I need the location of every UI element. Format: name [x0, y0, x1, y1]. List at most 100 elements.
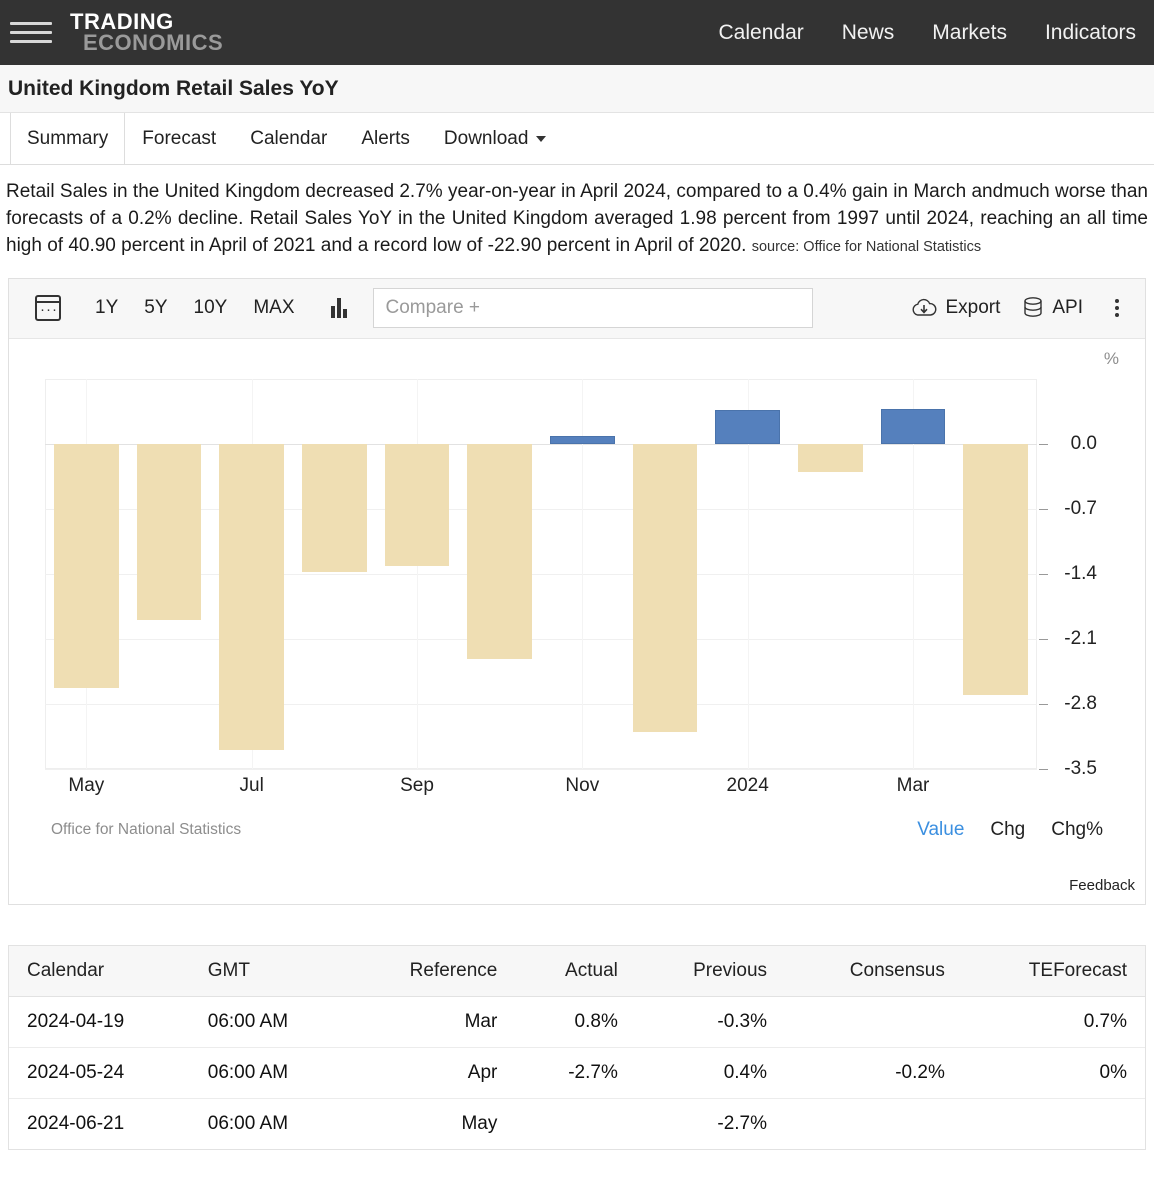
col-consensus: Consensus [785, 945, 963, 997]
chart-bar[interactable] [467, 443, 532, 660]
export-label: Export [945, 297, 1001, 319]
chart-bar[interactable] [550, 436, 615, 444]
chart-bar[interactable] [302, 443, 367, 573]
calendar-icon[interactable] [35, 295, 61, 322]
legend-value[interactable]: Value [917, 819, 964, 841]
y-tick-label: -1.4 [1064, 562, 1097, 584]
chart-toolbar: 1Y 5Y 10Y MAX Compare + Export [9, 278, 1145, 339]
chart-plot-area: % 0.0 -0.7 -1.4 -2.1 -2.8 -3.5 May Jul Sep Nov 20… [9, 339, 1145, 904]
brand-logo[interactable]: TRADING ECONOMICS [70, 11, 224, 55]
calendar-table: Calendar GMT Reference Actual Previous C… [9, 945, 1145, 1149]
chart-bar[interactable] [963, 443, 1028, 695]
nav-link-calendar[interactable]: Calendar [719, 21, 804, 45]
compare-input[interactable]: Compare + [372, 288, 813, 329]
chart-bar[interactable] [219, 443, 284, 751]
cell-consensus: -0.2% [785, 1047, 963, 1099]
range-max[interactable]: MAX [243, 297, 304, 319]
legend-chg[interactable]: Chg [990, 819, 1025, 841]
cell-calendar: 2024-05-24 [9, 1047, 190, 1099]
tab-alerts[interactable]: Alerts [344, 113, 427, 164]
top-navigation-bar: TRADING ECONOMICS Calendar News Markets … [0, 0, 1154, 65]
nav-link-news[interactable]: News [842, 21, 895, 45]
calendar-table-wrapper: Calendar GMT Reference Actual Previous C… [8, 944, 1146, 1150]
y-tick-label: -0.7 [1064, 497, 1097, 519]
table-row[interactable]: 2024-05-24 06:00 AM Apr -2.7% 0.4% -0.2% 0% [9, 1047, 1145, 1099]
hamburger-line [10, 31, 52, 34]
chart-bar[interactable] [632, 443, 698, 732]
description-source: source: Office for National Statistics [751, 238, 982, 255]
cell-consensus [785, 1098, 963, 1149]
y-tick-label: -3.5 [1064, 757, 1097, 779]
table-header-row: Calendar GMT Reference Actual Previous C… [9, 945, 1145, 997]
api-label: API [1052, 297, 1083, 319]
y-tick-label: 0.0 [1070, 432, 1097, 454]
cell-teforecast: 0.7% [962, 996, 1145, 1048]
cell-reference: Apr [347, 1047, 516, 1099]
kebab-menu-icon[interactable] [1105, 299, 1129, 318]
indicator-description: Retail Sales in the United Kingdom decre… [0, 165, 1154, 270]
tab-summary[interactable]: Summary [10, 113, 126, 164]
chart-bar[interactable] [384, 443, 450, 567]
chart-bar[interactable] [798, 443, 863, 472]
cell-reference: May [461, 1112, 498, 1134]
nav-link-markets[interactable]: Markets [932, 21, 1007, 45]
y-tick-mark [1039, 443, 1048, 445]
table-row[interactable]: 2024-06-21 06:00 AM May -2.7% [9, 1098, 1145, 1149]
chart-canvas: 0.0 -0.7 -1.4 -2.1 -2.8 -3.5 [45, 378, 1097, 779]
nav-link-indicators[interactable]: Indicators [1045, 21, 1136, 45]
cell-teforecast [963, 1098, 1145, 1149]
cell-previous: 0.4% [635, 1047, 786, 1099]
cell-consensus [785, 996, 963, 1048]
cloud-download-icon [912, 299, 937, 317]
hamburger-line [10, 40, 52, 43]
cell-gmt: 06:00 AM [189, 996, 348, 1048]
range-5y[interactable]: 5Y [134, 297, 177, 319]
range-1y[interactable]: 1Y [85, 297, 128, 319]
feedback-link[interactable]: Feedback [1069, 877, 1135, 894]
brand-logo-line-2: ECONOMICS [83, 29, 224, 55]
y-axis-labels: 0.0 -0.7 -1.4 -2.1 -2.8 -3.5 [1039, 379, 1097, 779]
col-previous: Previous [635, 945, 786, 997]
api-button[interactable]: API [1022, 296, 1083, 320]
chart-bar[interactable] [136, 443, 202, 621]
chart-card: 1Y 5Y 10Y MAX Compare + Export [8, 277, 1146, 905]
table-row[interactable]: 2024-04-19 06:00 AM Mar 0.8% -0.3% 0.7% [9, 996, 1145, 1048]
y-tick-mark [1039, 703, 1048, 705]
tab-forecast-label: Forecast [142, 127, 217, 149]
tab-calendar[interactable]: Calendar [233, 113, 344, 164]
y-tick-mark [1039, 768, 1048, 770]
tab-calendar-label: Calendar [250, 127, 328, 149]
export-button[interactable]: Export [911, 297, 1000, 319]
page-title: United Kingdom Retail Sales YoY [0, 65, 1154, 113]
bar-chart-icon[interactable] [330, 298, 347, 319]
cell-previous: -2.7% [717, 1112, 768, 1134]
hamburger-line [10, 22, 52, 25]
chart-bar[interactable] [880, 408, 946, 444]
table-body: 2024-04-19 06:00 AM Mar 0.8% -0.3% 0.7% 2024-0… [9, 996, 1145, 1149]
cell-calendar: 2024-06-21 [27, 1112, 125, 1134]
tab-summary-label: Summary [27, 127, 109, 149]
tab-forecast[interactable]: Forecast [125, 113, 233, 164]
col-reference: Reference [347, 945, 516, 997]
chevron-down-icon [536, 135, 547, 142]
y-axis-unit-label: % [1103, 348, 1119, 368]
cell-actual: 0.8% [515, 996, 636, 1048]
cell-gmt: 06:00 AM [189, 1047, 348, 1099]
x-tick-label: Mar [896, 774, 930, 796]
col-teforecast: TEForecast [962, 945, 1145, 997]
cell-teforecast: 0% [962, 1047, 1145, 1099]
hamburger-menu-icon[interactable] [10, 18, 52, 48]
y-tick-label: -2.1 [1064, 627, 1097, 649]
database-icon [1024, 297, 1043, 318]
y-tick-mark [1039, 573, 1048, 575]
x-tick-label: May [68, 774, 105, 796]
chart-bar[interactable] [54, 443, 119, 689]
main-nav-links: Calendar News Markets Indicators [719, 21, 1136, 45]
cell-calendar: 2024-04-19 [9, 996, 190, 1048]
tab-download[interactable]: Download [427, 113, 564, 164]
range-10y[interactable]: 10Y [184, 297, 238, 319]
chart-bar[interactable] [715, 410, 780, 444]
legend-chgpct[interactable]: Chg% [1051, 819, 1103, 841]
chart-toolbar-actions: Export API [911, 296, 1133, 320]
range-selector: 1Y 5Y 10Y MAX [85, 297, 305, 319]
